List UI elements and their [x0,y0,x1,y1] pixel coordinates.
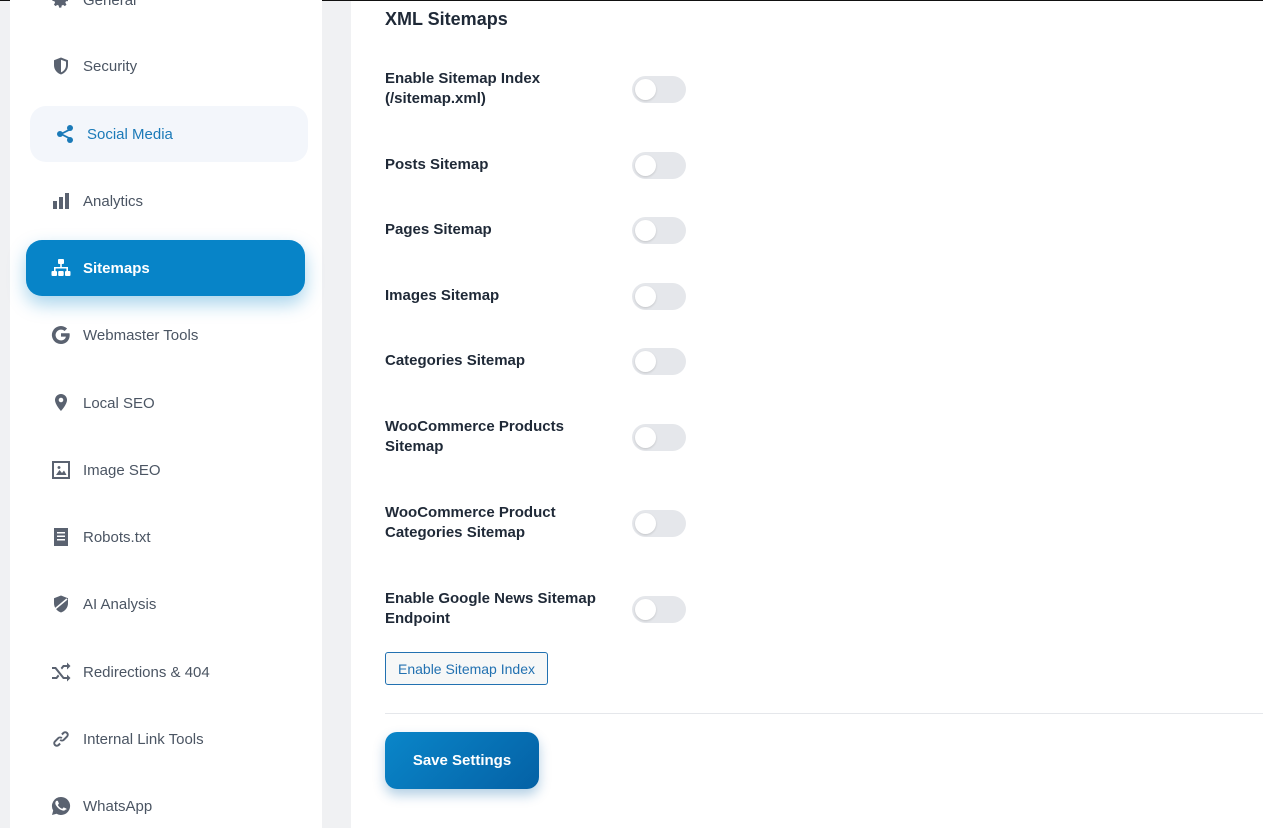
toggle-knob [635,79,656,100]
sidebar-item-general[interactable]: General [26,0,305,28]
sitemap-icon [51,258,71,278]
sidebar-item-sitemaps[interactable]: Sitemaps [26,240,305,296]
setting-label-images-sitemap: Images Sitemap [385,287,500,304]
sidebar-item-label: Security [83,57,138,75]
google-icon [51,325,71,345]
toggle-knob [635,220,656,241]
sidebar-item-redirections[interactable]: Redirections & 404 [26,644,305,700]
document-icon [51,527,71,547]
toggle-knob [635,513,656,534]
bar-chart-icon [51,191,71,211]
sidebar-item-local-seo[interactable]: Local SEO [26,375,305,431]
sidebar-item-label: AI Analysis [83,595,157,613]
pages-sitemap-toggle[interactable] [632,217,686,244]
sidebar-item-security[interactable]: Security [26,38,305,94]
sidebar: General Security Social Media Analytics … [10,0,322,828]
toggle-knob [635,351,656,372]
sidebar-item-label: Sitemaps [83,259,150,277]
sidebar-item-label: Local SEO [83,394,155,412]
ai-shield-icon [51,594,71,614]
sidebar-item-internal-link-tools[interactable]: Internal Link Tools [26,711,305,767]
setting-label-sitemap-index: Enable Sitemap Index (/sitemap.xml) [385,70,541,107]
setting-label-categories-sitemap: Categories Sitemap [385,352,526,369]
toggle-knob [635,286,656,307]
sidebar-item-label: Redirections & 404 [83,663,210,681]
divider [385,713,1263,714]
share-icon [55,124,75,144]
sidebar-item-label: Webmaster Tools [83,326,199,344]
link-icon [51,729,71,749]
shield-icon [51,56,71,76]
sitemap-index-toggle[interactable] [632,76,686,103]
setting-label-woocommerce-products: WooCommerce Products Sitemap [385,418,564,455]
sidebar-item-image-seo[interactable]: Image SEO [26,442,305,498]
images-sitemap-toggle[interactable] [632,283,686,310]
image-icon [51,460,71,480]
settings-panel: XML Sitemaps Enable Sitemap Index (/sitem… [351,1,1263,828]
sidebar-item-ai-analysis[interactable]: AI Analysis [26,576,305,632]
toggle-knob [635,155,656,176]
toggle-knob [635,427,656,448]
setting-label-google-news: Enable Google News Sitemap Endpoint [385,590,596,627]
woocommerce-products-toggle[interactable] [632,424,686,451]
sidebar-item-label: Robots.txt [83,528,151,546]
setting-label-woocommerce-categories: WooCommerce Product Categories Sitemap [385,504,556,541]
google-news-toggle[interactable] [632,596,686,623]
sidebar-item-robots-txt[interactable]: Robots.txt [26,509,305,565]
toggle-knob [635,599,656,620]
sidebar-item-label: Internal Link Tools [83,730,204,748]
sidebar-item-whatsapp[interactable]: WhatsApp [26,778,305,828]
categories-sitemap-toggle[interactable] [632,348,686,375]
shuffle-icon [51,662,71,682]
sidebar-item-webmaster-tools[interactable]: Webmaster Tools [26,307,305,363]
page-title: XML Sitemaps [385,9,508,29]
sidebar-item-label: Image SEO [83,461,161,479]
sidebar-item-label: General [83,0,137,9]
sidebar-item-social-media[interactable]: Social Media [30,106,308,162]
posts-sitemap-toggle[interactable] [632,152,686,179]
map-pin-icon [51,393,71,413]
gear-icon [51,0,71,10]
whatsapp-icon [51,796,71,816]
sidebar-item-analytics[interactable]: Analytics [26,173,305,229]
woocommerce-categories-toggle[interactable] [632,510,686,537]
sidebar-item-label: WhatsApp [83,797,153,815]
sidebar-item-label: Social Media [87,125,173,143]
sidebar-item-label: Analytics [83,192,144,210]
save-settings-button[interactable]: Save Settings [385,732,539,789]
setting-label-posts-sitemap: Posts Sitemap [385,156,489,173]
enable-sitemap-index-button[interactable]: Enable Sitemap Index [385,652,548,685]
setting-label-pages-sitemap: Pages Sitemap [385,221,492,238]
